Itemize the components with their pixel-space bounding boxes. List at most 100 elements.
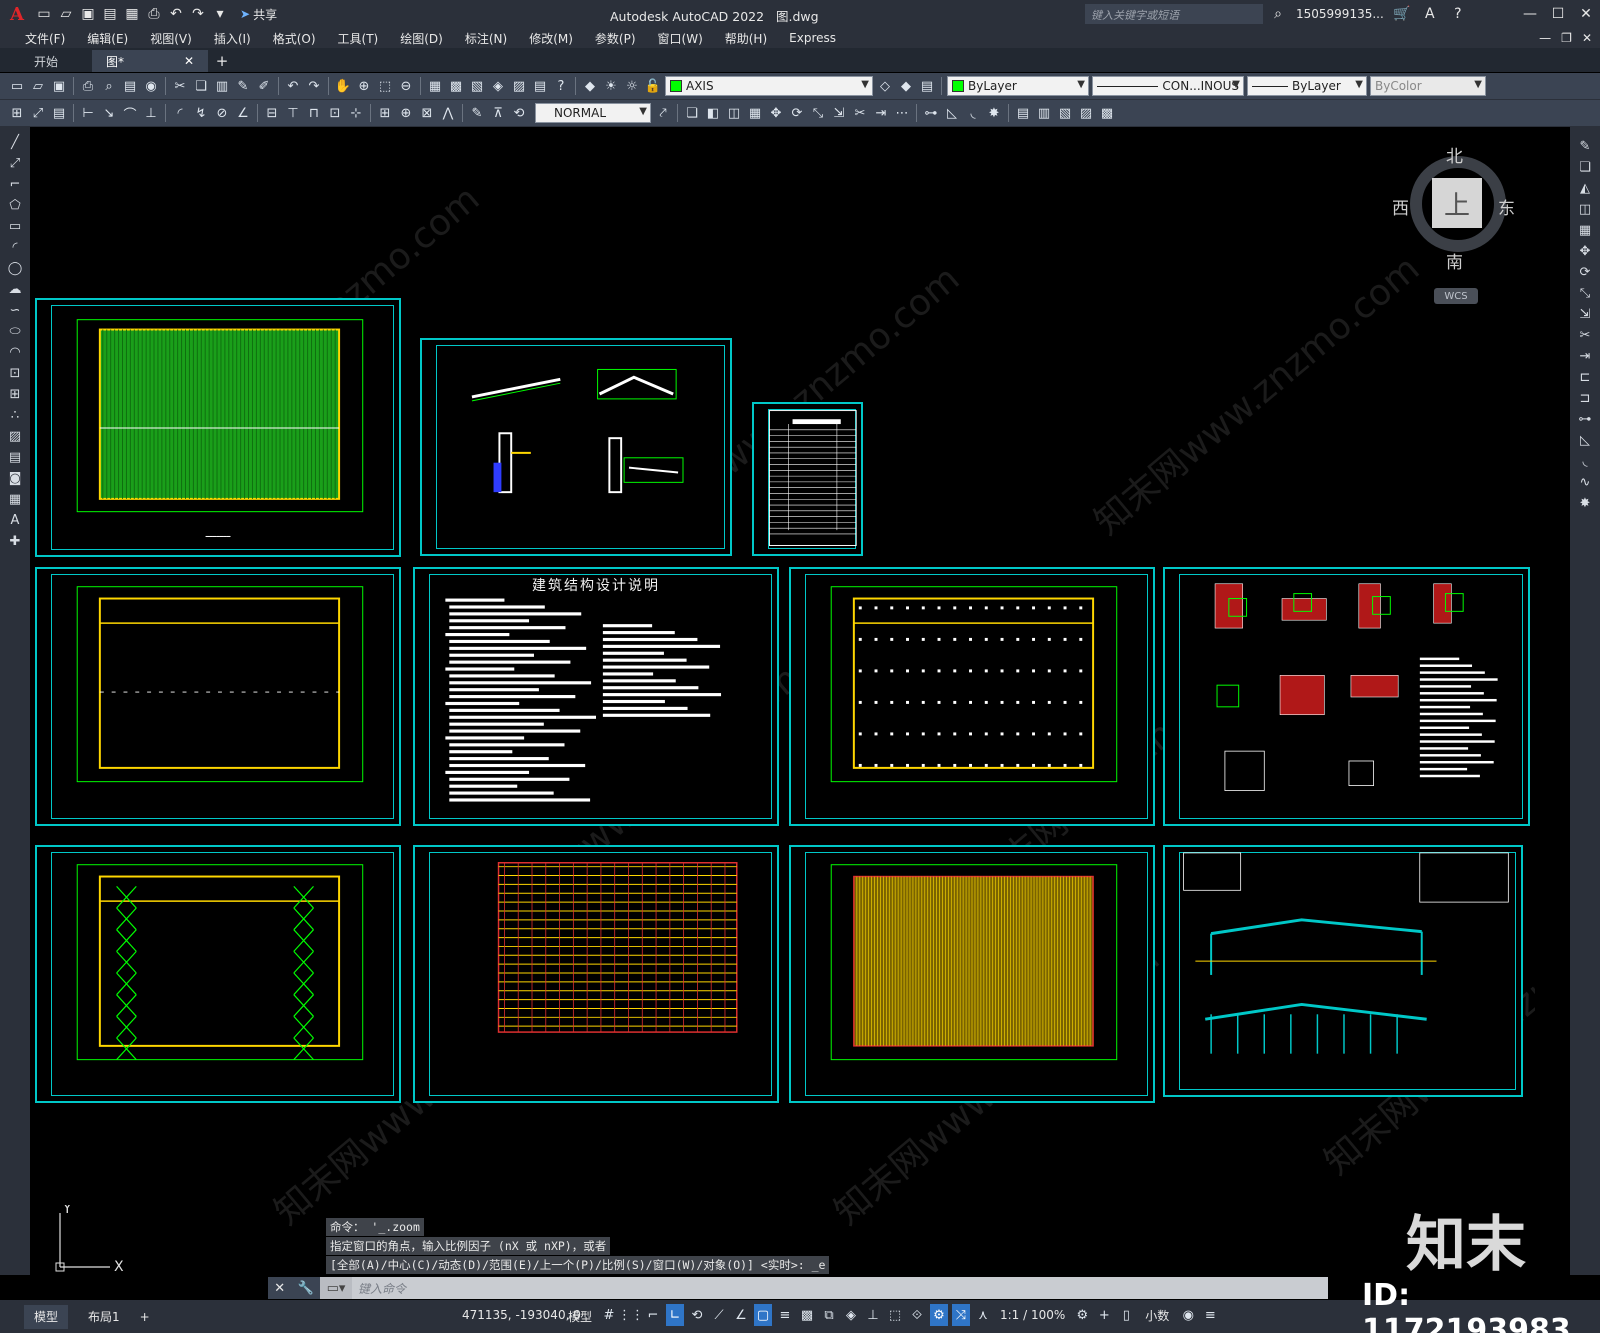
auto-scale-icon[interactable]: ⤨ (952, 1304, 970, 1326)
move-icon[interactable]: ✥ (1575, 242, 1595, 260)
break-at-point-icon[interactable]: ⊏ (1575, 368, 1595, 386)
array-icon[interactable]: ▦ (1575, 221, 1595, 239)
sheet-foundation-plan[interactable] (35, 567, 401, 826)
lineweight-dropdown[interactable]: ByLayer ▼ (1247, 76, 1367, 96)
paste-icon[interactable]: ▥ (213, 77, 231, 95)
help-icon[interactable]: ? (552, 77, 570, 95)
menu-help[interactable]: 帮助(H) (714, 30, 778, 47)
ortho-icon[interactable]: ∟ (666, 1304, 684, 1326)
zoom-window-icon[interactable]: ⬚ (376, 77, 394, 95)
plot-icon[interactable]: ⎙ (144, 3, 164, 25)
menu-window[interactable]: 窗口(W) (647, 30, 714, 47)
menu-file[interactable]: 文件(F) (14, 30, 76, 47)
menu-draw[interactable]: 绘图(D) (389, 30, 454, 47)
sheet-roof-plan[interactable]: ━━━━━━━ (35, 298, 401, 557)
object-snap-tracking-icon[interactable]: ∠ (732, 1304, 750, 1326)
layer-lock-icon[interactable]: 🔓 (644, 77, 662, 95)
search-input[interactable]: 键入关键字或短语 (1085, 4, 1263, 24)
sheet-purlin-plan[interactable] (413, 845, 779, 1103)
redo-icon[interactable]: ↷ (188, 3, 208, 25)
tab-model[interactable]: 模型 (24, 1304, 69, 1329)
block-editor-icon[interactable]: ✐ (255, 77, 273, 95)
annotation-monitor-icon[interactable]: + (1095, 1304, 1113, 1326)
lineweight-icon[interactable]: ≡ (776, 1304, 794, 1326)
new-icon[interactable]: ▭ (8, 77, 26, 95)
pan-icon[interactable]: ✋ (334, 77, 352, 95)
menu-express[interactable]: Express (778, 31, 847, 45)
break-icon[interactable]: ⊐ (1575, 389, 1595, 407)
hatch-icon[interactable]: ▨ (5, 427, 25, 445)
point-icon[interactable]: ∴ (5, 406, 25, 424)
make-block-icon[interactable]: ⊞ (5, 385, 25, 403)
multileader-icon[interactable]: ⤢ (29, 104, 47, 122)
menu-modify[interactable]: 修改(M) (518, 30, 584, 47)
sheet-wall-plan[interactable] (789, 845, 1155, 1103)
dim-update-icon[interactable]: ⟲ (510, 104, 528, 122)
modify-offset-icon[interactable]: ◫ (725, 104, 743, 122)
fillet-icon[interactable]: ◟ (1575, 452, 1595, 470)
customize-status-icon[interactable]: ≡ (1201, 1304, 1219, 1326)
copy-object-icon[interactable]: ❏ (1575, 158, 1595, 176)
mtext-icon[interactable]: A (5, 511, 25, 529)
blend-curves-icon[interactable]: ∿ (1575, 473, 1595, 491)
mirror-icon[interactable]: ◭ (1575, 179, 1595, 197)
compass-south[interactable]: 南 (1446, 248, 1463, 273)
insert-block-icon[interactable]: ⊡ (5, 364, 25, 382)
region-icon[interactable]: ◙ (5, 469, 25, 487)
sheet-anchor-plan[interactable] (789, 567, 1155, 826)
dynamic-ucs-icon[interactable]: ⊥ (864, 1304, 882, 1326)
match-properties-icon[interactable]: ✎ (234, 77, 252, 95)
minimize-icon[interactable]: — (1516, 0, 1544, 28)
undo-icon[interactable]: ↶ (166, 3, 186, 25)
sheet-design-notes[interactable]: 建筑结构设计说明 (413, 567, 779, 826)
rotate-icon[interactable]: ⟳ (1575, 263, 1595, 281)
wcs-menu[interactable]: WCS (1434, 288, 1478, 304)
copy-icon[interactable]: ❏ (192, 77, 210, 95)
transparency-icon[interactable]: ▩ (798, 1304, 816, 1326)
menu-tools[interactable]: 工具(T) (327, 30, 390, 47)
properties-icon[interactable]: ▦ (426, 77, 444, 95)
layer-properties-icon[interactable]: ◆ (581, 77, 599, 95)
modify-fillet-icon[interactable]: ◟ (964, 104, 982, 122)
tab-layout1[interactable]: 布局1 (78, 1305, 130, 1329)
modify-rotate-icon[interactable]: ⟳ (788, 104, 806, 122)
doc-restore-icon[interactable]: ❐ (1561, 31, 1572, 45)
publish-icon[interactable]: ▤ (121, 77, 139, 95)
new-icon[interactable]: ▭ (34, 3, 54, 25)
plotstyle-dropdown[interactable]: ByColor ▼ (1370, 76, 1486, 96)
share-button[interactable]: ➤ 共享 (240, 6, 277, 23)
user-account[interactable]: 1505999135... (1296, 7, 1384, 21)
publish-icon[interactable]: ▦ (122, 3, 142, 25)
layer-previous-icon[interactable]: ◆ (897, 77, 915, 95)
drawing-canvas[interactable]: 知末网www.znzmo.com 知末网www.znzmo.com 知末网www… (30, 127, 1535, 1275)
dimstyle-dropdown[interactable]: NORMAL ▼ (535, 103, 651, 123)
scale-icon[interactable]: ⤡ (1575, 284, 1595, 302)
arc-length-icon[interactable]: ⌒ (121, 104, 139, 123)
diameter-dim-icon[interactable]: ⊘ (213, 104, 231, 122)
units-value[interactable]: 小数 (1139, 1307, 1175, 1324)
spline-icon[interactable]: ∽ (5, 301, 25, 319)
quick-dim-icon[interactable]: ⊟ (263, 104, 281, 122)
draworder-front-icon[interactable]: ▥ (1035, 104, 1053, 122)
polygon-icon[interactable]: ⬠ (5, 196, 25, 214)
menu-parametric[interactable]: 参数(P) (584, 30, 647, 47)
model-space-toggle[interactable]: 模型 (568, 1308, 592, 1325)
compass-east[interactable]: 东 (1498, 194, 1515, 219)
erase-icon[interactable]: ✎ (1575, 137, 1595, 155)
jogged-linear-icon[interactable]: ⋀ (439, 104, 457, 122)
dimedit-icon[interactable]: ✎ (468, 104, 486, 122)
modify-move-icon[interactable]: ✥ (767, 104, 785, 122)
layer-dropdown[interactable]: AXIS ▼ (665, 76, 873, 96)
save-icon[interactable]: ▣ (50, 77, 68, 95)
add-selected-icon[interactable]: ✚ (5, 532, 25, 550)
modify-array-icon[interactable]: ▦ (746, 104, 764, 122)
layer-state-icon[interactable]: ▤ (918, 77, 936, 95)
command-input[interactable]: 键入命令 (352, 1277, 1328, 1299)
open-icon[interactable]: ▱ (56, 3, 76, 25)
make-current-icon[interactable]: ◇ (876, 77, 894, 95)
customize-icon[interactable]: 🔧 (298, 1281, 314, 1296)
design-center-icon[interactable]: ▩ (447, 77, 465, 95)
explode-icon[interactable]: ✸ (1575, 494, 1595, 512)
tolerance-icon[interactable]: ⊞ (376, 104, 394, 122)
add-layout-icon[interactable]: + (130, 1305, 160, 1329)
